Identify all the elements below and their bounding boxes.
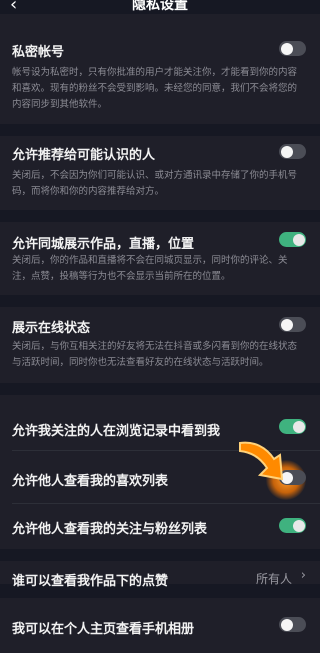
- setting-label: 允许同城展示作品，直播，位置: [12, 237, 195, 252]
- follow-fans-toggle[interactable]: [279, 518, 306, 533]
- toggle-knob: [292, 233, 305, 246]
- header-bar: ‹ 隐私设置: [0, 0, 320, 15]
- toggle-knob: [292, 420, 305, 433]
- setting-description: 关闭后，不会因为你们可能认识、或对方通讯录中存储了你的手机号码，而将你和你的内容…: [12, 170, 298, 197]
- toggle-knob: [280, 145, 293, 158]
- chevron-right-icon: ›: [300, 568, 306, 583]
- browsing-history-toggle[interactable]: [279, 419, 306, 434]
- setting-description: 帐号设为私密时，只有你批准的用户才能关注你，才能看到你的内容和喜欢。现有的粉丝不…: [12, 67, 298, 110]
- toggle-knob: [280, 42, 293, 55]
- setting-label: 谁可以查看我作品下的点赞: [12, 574, 169, 589]
- setting-label: 允许推荐给可能认识的人: [12, 148, 156, 163]
- row-divider: [12, 503, 320, 504]
- page-title: 隐私设置: [132, 0, 188, 13]
- setting-value: 所有人: [255, 572, 292, 586]
- setting-description: 关闭后，与你互相关注的好友将无法在抖音或多闪看到你的在线状态与活跃时间，同时你也…: [12, 341, 298, 368]
- phone-album-toggle[interactable]: [279, 617, 306, 632]
- recommend-toggle[interactable]: [279, 144, 306, 159]
- section-separator: [0, 124, 320, 136]
- toggle-knob: [292, 519, 305, 532]
- city-display-toggle[interactable]: [279, 232, 306, 247]
- toggle-knob: [280, 318, 293, 331]
- online-status-toggle[interactable]: [279, 317, 306, 332]
- section-separator: [0, 210, 320, 222]
- setting-label: 允许我关注的人在浏览记录中看到我: [12, 424, 221, 439]
- setting-label: 允许他人查看我的关注与粉丝列表: [12, 522, 208, 537]
- section-separator: [0, 295, 320, 307]
- setting-label: 允许他人查看我的喜欢列表: [12, 474, 169, 489]
- setting-label: 私密帐号: [12, 45, 65, 60]
- setting-label: 展示在线状态: [12, 321, 91, 336]
- setting-description: 关闭后，你的作品和直播将不会在同城页显示，同时你的评论、关注，点赞，投稿等行为也…: [12, 255, 288, 282]
- section-separator: [0, 383, 320, 395]
- setting-label: 我可以在个人主页查看手机相册: [12, 622, 195, 637]
- private-account-toggle[interactable]: [279, 41, 306, 56]
- pointer-arrow-icon: [239, 441, 284, 481]
- toggle-knob: [280, 618, 293, 631]
- section-separator: [0, 549, 320, 561]
